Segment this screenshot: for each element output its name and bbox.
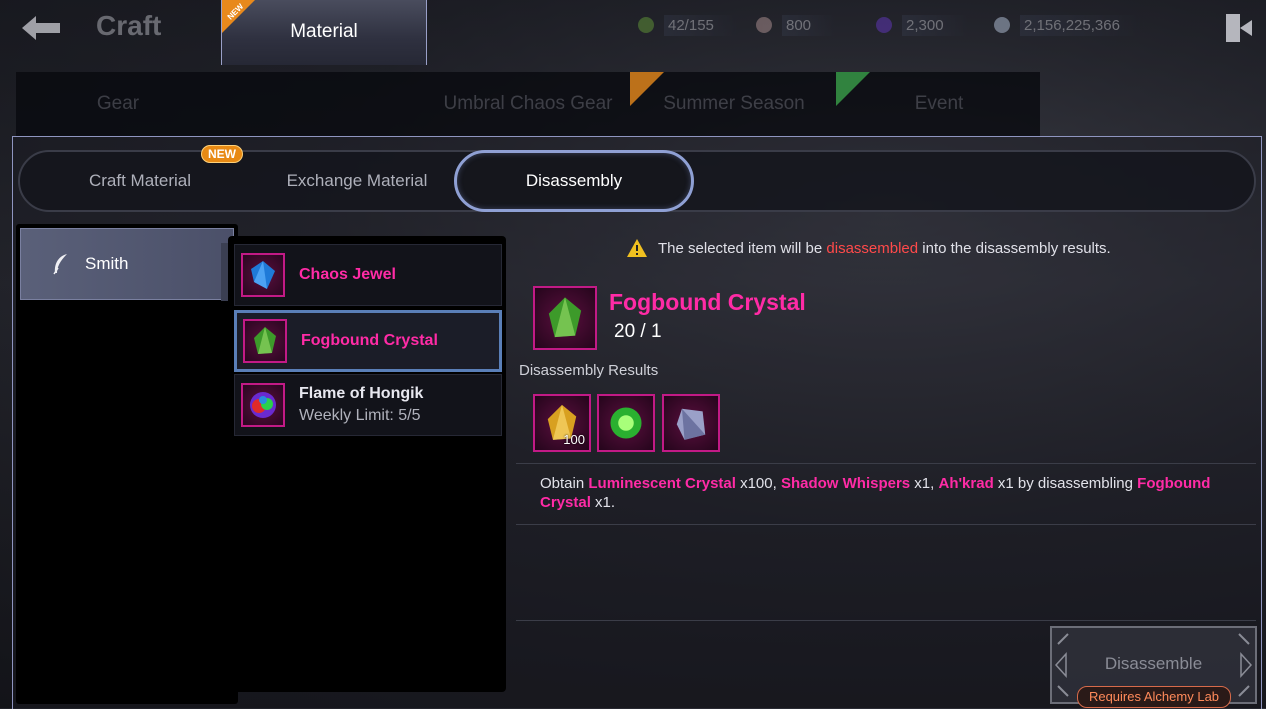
category-smith[interactable]: Smith <box>20 228 234 301</box>
resource-stamina: 42/155 <box>638 14 740 36</box>
silver-icon <box>756 17 772 33</box>
resource-silver: 800 <box>756 14 838 36</box>
item-name: Chaos Jewel <box>299 266 396 283</box>
tab-event[interactable]: Event <box>838 72 1040 136</box>
fogbound-crystal-icon <box>548 297 582 338</box>
separator <box>516 524 1256 525</box>
weekly-limit: Weekly Limit: 5/5 <box>299 407 421 424</box>
separator <box>516 620 1256 621</box>
tab-umbral-chaos-gear[interactable]: Umbral Chaos Gear <box>430 72 626 136</box>
gem-icon <box>876 17 892 33</box>
item-name: Flame of Hongik <box>299 385 424 402</box>
top-bar: Craft 42/155 800 2,300 2,156,225,366 <box>0 0 1266 60</box>
disassembly-description: Obtain Luminescent Crystal x100, Shadow … <box>540 475 1211 511</box>
warning-message: The selected item will be disassembled i… <box>626 238 1111 258</box>
stamina-icon <box>638 17 654 33</box>
list-item-flame-of-hongik[interactable]: Flame of Hongik Weekly Limit: 5/5 <box>234 374 502 436</box>
exit-icon[interactable] <box>1222 10 1256 46</box>
separator <box>516 463 1256 464</box>
requirement-badge: Requires Alchemy Lab <box>1077 686 1231 708</box>
item-name: Fogbound Crystal <box>301 332 438 349</box>
result-luminescent-crystal[interactable]: 100 <box>533 394 591 452</box>
result-ahkrad[interactable] <box>662 394 720 452</box>
selected-item-name: Fogbound Crystal <box>609 289 806 315</box>
subtab-disassembly[interactable]: Disassembly <box>454 150 694 212</box>
selected-item-count: 20 / 1 <box>614 321 662 342</box>
back-arrow-icon[interactable] <box>18 12 64 44</box>
feather-icon <box>53 254 67 275</box>
results-label: Disassembly Results <box>519 362 659 379</box>
flame-of-hongik-icon <box>241 383 285 427</box>
new-corner-badge: NEW <box>222 0 255 33</box>
resource-crystal: 2,156,225,366 <box>994 14 1146 36</box>
warning-icon <box>627 239 647 257</box>
result-shadow-whispers[interactable] <box>597 394 655 452</box>
tab-summer-season[interactable]: Summer Season <box>630 72 838 136</box>
chaos-jewel-icon <box>241 253 285 297</box>
page-title: Craft <box>96 10 162 41</box>
crystal-icon <box>994 17 1010 33</box>
tab-gear[interactable]: Gear <box>16 72 220 136</box>
subtab-exchange-material[interactable]: Exchange Material <box>257 150 457 212</box>
ahkrad-icon <box>676 408 706 440</box>
selected-item-icon <box>533 286 597 350</box>
resource-gem: 2,300 <box>876 14 970 36</box>
list-item-fogbound-crystal[interactable]: Fogbound Crystal <box>234 310 502 372</box>
tab-material[interactable]: NEW Material <box>221 0 427 65</box>
new-badge: NEW <box>201 145 243 163</box>
list-item-chaos-jewel[interactable]: Chaos Jewel <box>234 244 502 306</box>
shadow-whispers-icon <box>610 407 642 439</box>
fogbound-crystal-icon <box>243 319 287 363</box>
